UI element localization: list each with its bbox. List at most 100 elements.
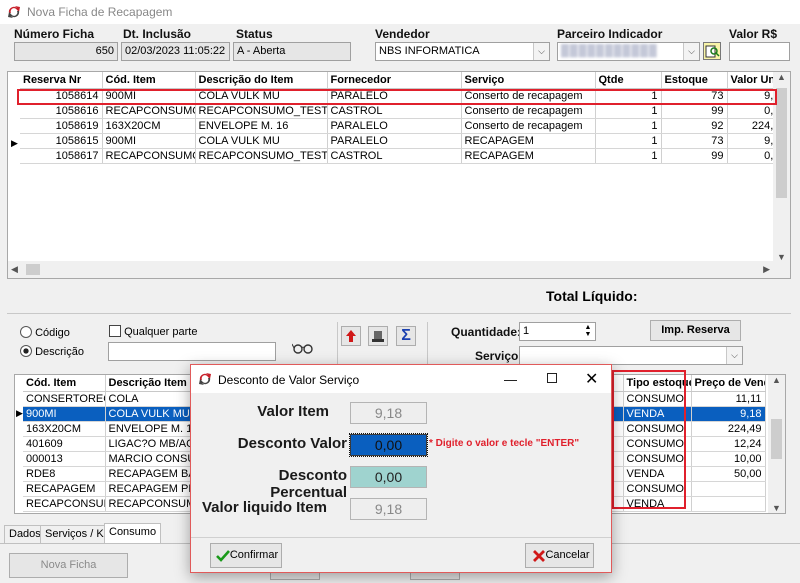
cell: VENDA (623, 466, 692, 482)
qualquer-parte-label: Qualquer parte (124, 326, 198, 338)
vendedor-select[interactable]: NBS INFORMATICA ⌵ (375, 42, 550, 61)
reservas-table: Reserva Nr Cód. Item Descrição do Item F… (20, 72, 790, 164)
vertical-scrollbar[interactable]: ▲ ▼ (768, 375, 785, 513)
quantidade-stepper[interactable]: 1 ▲ ▼ (519, 322, 596, 341)
scroll-up-icon[interactable]: ▲ (768, 375, 785, 391)
cell: 900MI (23, 406, 106, 422)
table-row[interactable]: 401609LIGAC?O MB/AC PER (23, 436, 202, 452)
dt-inclusao-label: Dt. Inclusão (123, 27, 192, 41)
table-row[interactable]: CONSUMO 11,11 (611, 391, 766, 407)
table-row[interactable]: 000013MARCIO CONSUMO (23, 451, 202, 467)
table-row[interactable]: RDE8RECAPAGEM BANDA (23, 466, 202, 482)
sum-button[interactable]: Σ (396, 326, 416, 346)
scroll-thumb[interactable] (771, 419, 782, 459)
table-row[interactable]: CONSUMO (611, 481, 766, 497)
chevron-down-icon[interactable]: ⌵ (726, 347, 742, 364)
table-row[interactable]: 1058617RECAPCONSUMO_TESTERECAPCONSUMO_TE… (20, 148, 790, 164)
red-arrow-up-icon (346, 330, 356, 342)
numero-ficha-field: 650 (14, 42, 118, 61)
search-input[interactable] (108, 342, 276, 361)
cell: PARALELO (327, 118, 462, 134)
confirmar-button[interactable]: Confirmar (210, 543, 282, 568)
vertical-scrollbar[interactable]: ▲ ▼ (773, 72, 790, 262)
table-row[interactable]: RECAPCONSUMO_TESTERECAPCONSUMO_TE (23, 496, 202, 512)
col-descricao-item[interactable]: Descrição Item (105, 375, 202, 392)
parceiro-search-button[interactable] (703, 42, 721, 60)
glasses-icon[interactable] (292, 342, 314, 354)
table-row[interactable]: CONSUMO 224,49 (611, 421, 766, 437)
horizontal-scrollbar[interactable]: ◀ ▶ (8, 261, 790, 278)
quantidade-label: Quantidade: (451, 325, 522, 339)
close-icon[interactable]: ✕ (585, 369, 598, 389)
current-row-indicator-icon: ▶ (11, 138, 18, 148)
cancelar-button[interactable]: Cancelar (525, 543, 594, 568)
parceiro-select[interactable]: ███████████ ⌵ (557, 42, 700, 61)
scroll-down-icon[interactable]: ▼ (768, 503, 785, 513)
cell: RECAPCONSUMO_TESTE (102, 148, 196, 164)
cell: RECAPAGEM (23, 481, 106, 497)
cell: LIGAC?O MB/AC PER (105, 436, 202, 452)
table-row[interactable]: 163X20CM ENVELOPE M. 16 (23, 421, 202, 437)
table-row[interactable]: CONSERTOREC COLA (23, 391, 202, 407)
itens-table-left: Cód. Item Descrição Item CONSERTOREC COLA … (23, 375, 202, 512)
dialog-title: Desconto de Valor Serviço (218, 373, 360, 387)
desconto-valor-input[interactable]: 0,00 (349, 433, 428, 457)
cell: 1058615 (20, 133, 103, 149)
cell (611, 406, 624, 422)
tab-consumo[interactable]: Consumo (104, 523, 162, 543)
scroll-thumb[interactable] (26, 264, 40, 275)
col-reserva-nr[interactable]: Reserva Nr (20, 72, 103, 89)
chevron-down-icon[interactable]: ⌵ (533, 43, 549, 60)
table-row[interactable]: 1058614 900MI COLA VULK MU PARALELO Conserto… (20, 88, 790, 104)
stamp-button[interactable] (368, 326, 388, 346)
col-estoque[interactable]: Estoque (661, 72, 728, 89)
col-servico[interactable]: Serviço (461, 72, 596, 89)
cell: 73 (661, 133, 728, 149)
cell (611, 391, 624, 407)
table-row[interactable]: RECAPAGEMRECAPAGEM PNEU 2 (23, 481, 202, 497)
codigo-radio[interactable]: Código (20, 326, 70, 339)
valor-field[interactable] (729, 42, 790, 61)
scroll-left-icon[interactable]: ◀ (11, 264, 18, 275)
table-row[interactable]: CONSUMO 10,00 (611, 451, 766, 467)
table-row[interactable]: CONSUMO 12,24 (611, 436, 766, 452)
valor-item-label: Valor Item (257, 403, 329, 420)
minimize-icon[interactable]: — (504, 372, 517, 387)
table-row[interactable]: VENDA 50,00 (611, 466, 766, 482)
cell: RECAPCONSUMO_TESTE (195, 148, 328, 164)
valor-liquido-field: 9,18 (350, 498, 427, 520)
chevron-down-icon[interactable]: ⌵ (683, 43, 699, 60)
current-row-indicator-icon: ▶ (16, 408, 23, 418)
col-qtde[interactable]: Qtde (595, 72, 662, 89)
table-row[interactable]: VENDA (611, 496, 766, 512)
qualquer-parte-checkbox[interactable]: Qualquer parte (109, 325, 197, 338)
col-descricao-item[interactable]: Descrição do Item (195, 72, 328, 89)
move-up-button[interactable] (341, 326, 361, 346)
table-row[interactable]: 1058619 163X20CM ENVELOPE M. 16 PARALELO Con… (20, 118, 790, 134)
table-row[interactable]: 1058616RECAPCONSUMO_TESTERECAPCONSUMO_TE… (20, 103, 790, 119)
reservas-grid[interactable]: Reserva Nr Cód. Item Descrição do Item F… (7, 71, 791, 279)
cell: 1 (595, 103, 662, 119)
col-cod-item[interactable]: Cód. Item (102, 72, 196, 89)
col-cod-item[interactable]: Cód. Item (23, 375, 106, 392)
col-preco-venda[interactable]: Preço de Venda (691, 375, 766, 392)
cell: 224,49 (691, 421, 766, 437)
descricao-radio[interactable]: Descrição (20, 345, 84, 358)
app-logo-icon (8, 6, 20, 18)
scroll-thumb[interactable] (776, 88, 787, 198)
col-fornecedor[interactable]: Fornecedor (327, 72, 462, 89)
maximize-icon[interactable] (547, 373, 557, 383)
confirmar-label: Confirmar (229, 549, 279, 561)
spin-arrows-icon[interactable]: ▲ ▼ (582, 324, 594, 338)
table-row-selected[interactable]: 900MI COLA VULK MU (23, 406, 202, 422)
servico-select[interactable]: ⌵ (519, 346, 743, 365)
imp-reserva-button[interactable]: Imp. Reserva (650, 320, 741, 341)
table-row-selected[interactable]: VENDA 9,18 (611, 406, 766, 422)
scroll-up-icon[interactable]: ▲ (773, 72, 790, 88)
table-row[interactable]: 1058615 900MI COLA VULK MU PARALELO RECAPAGE… (20, 133, 790, 149)
nova-ficha-button[interactable]: Nova Ficha (9, 553, 128, 578)
scroll-right-icon[interactable]: ▶ (763, 264, 770, 275)
col-tipo-estoque[interactable]: Tipo estoque (623, 375, 692, 392)
desconto-percentual-input[interactable]: 0,00 (350, 466, 427, 488)
cell: Conserto de recapagem (461, 103, 596, 119)
